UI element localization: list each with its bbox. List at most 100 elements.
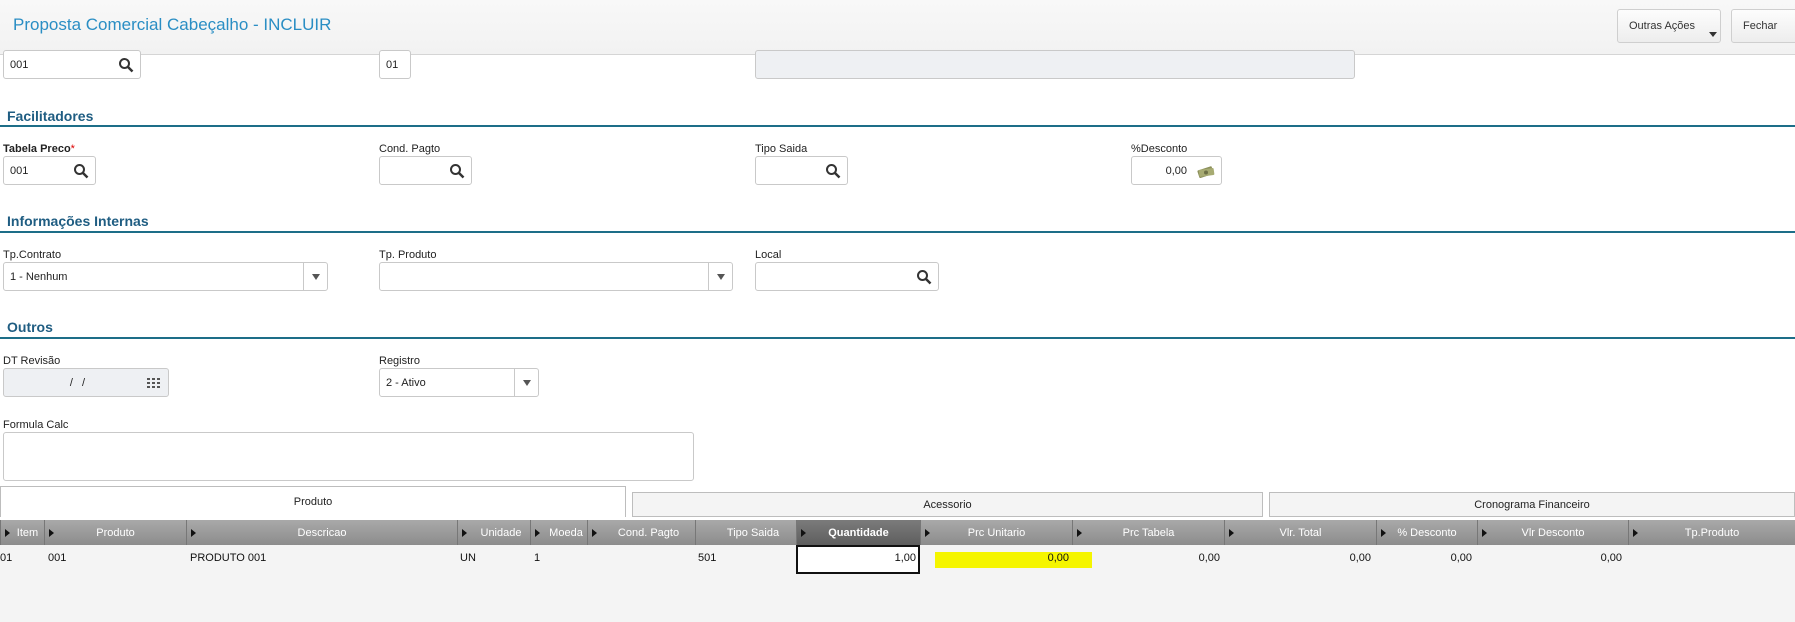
column-label: Prc Tabela [1122, 526, 1175, 539]
top-field-1-value: 001 [10, 58, 29, 71]
column-header-cond-pagto[interactable]: Cond. Pagto [587, 520, 695, 545]
page-title: Proposta Comercial Cabeçalho - INCLUIR [13, 15, 332, 34]
section-divider [0, 337, 1795, 339]
column-label: Unidade [480, 526, 522, 539]
section-facilitadores: Facilitadores [7, 108, 94, 124]
cell-prc-tabela[interactable]: 0,00 [1076, 552, 1220, 564]
cell-moeda[interactable]: 1 [534, 552, 540, 564]
tp-produto-label: Tp. Produto [379, 249, 437, 261]
top-field-2[interactable]: 01 [379, 50, 411, 79]
triangle-right-icon [535, 529, 540, 537]
column-label: Quantidade [828, 526, 889, 539]
column-header-prc-tabela[interactable]: Prc Tabela [1072, 520, 1224, 545]
required-marker: * [70, 143, 75, 155]
tabela-preco-label: Tabela Preco* [3, 143, 75, 155]
tabela-preco-field[interactable]: 001 [3, 156, 96, 185]
cell-item[interactable]: 01 [0, 552, 12, 564]
triangle-right-icon [462, 529, 467, 537]
tp-contrato-select[interactable]: 1 - Nenhum [3, 262, 328, 291]
column-header-item[interactable]: Item [0, 520, 44, 545]
desconto-value: 0,00 [1165, 164, 1187, 177]
cell-vlr-desconto[interactable]: 0,00 [1480, 552, 1622, 564]
column-header-tipo-saida[interactable]: Tipo Saida [695, 520, 796, 545]
tab-produto[interactable]: Produto [0, 486, 626, 517]
page-header: Proposta Comercial Cabeçalho - INCLUIR O… [0, 0, 1795, 55]
column-label: Produto [96, 526, 135, 539]
grid-header: Item Produto Descricao Unidade Moeda Con… [0, 520, 1795, 545]
search-icon[interactable] [825, 163, 841, 179]
triangle-right-icon [191, 529, 196, 537]
dt-revisao-label: DT Revisão [3, 355, 61, 367]
triangle-right-icon [1482, 529, 1487, 537]
tab-cronograma-financeiro[interactable]: Cronograma Financeiro [1269, 492, 1795, 517]
section-divider [0, 125, 1795, 127]
search-icon[interactable] [916, 269, 932, 285]
chevron-down-icon [1709, 32, 1717, 37]
top-field-3 [755, 50, 1355, 79]
section-outros: Outros [7, 319, 53, 335]
local-label: Local [755, 249, 782, 261]
triangle-right-icon [1229, 529, 1234, 537]
outras-acoes-label: Outras Ações [1629, 20, 1696, 32]
cell-vlr-total[interactable]: 0,00 [1228, 552, 1371, 564]
dt-revisao-value: / / [69, 376, 89, 389]
tipo-saida-field[interactable] [755, 156, 848, 185]
cell-prc-unitario[interactable]: 0,00 [935, 552, 1069, 564]
formula-calc-textarea[interactable] [3, 432, 694, 481]
desconto-field[interactable]: 0,00 [1131, 156, 1222, 185]
column-label: Cond. Pagto [617, 526, 680, 539]
fechar-button[interactable]: Fechar [1731, 9, 1795, 43]
tp-contrato-label: Tp.Contrato [3, 249, 62, 261]
cell-produto[interactable]: 001 [48, 552, 66, 564]
local-field[interactable] [755, 262, 939, 291]
triangle-right-icon [1381, 529, 1386, 537]
cond-pagto-field[interactable] [379, 156, 472, 185]
registro-select[interactable]: 2 - Ativo [379, 368, 539, 397]
tp-contrato-value: 1 - Nenhum [10, 270, 68, 283]
tab-acessorio[interactable]: Acessorio [632, 492, 1263, 517]
top-field-2-value: 01 [386, 58, 399, 71]
column-header-vlr-desconto[interactable]: Vlr Desconto [1477, 520, 1628, 545]
column-header-descricao[interactable]: Descricao [186, 520, 457, 545]
cell-quantidade[interactable]: 1,00 [800, 552, 916, 564]
column-header-unidade[interactable]: Unidade [457, 520, 530, 545]
chevron-down-icon[interactable] [708, 263, 732, 290]
column-label: Vlr. Total [1279, 526, 1322, 539]
cell-desconto[interactable]: 0,00 [1380, 552, 1472, 564]
triangle-right-icon [1077, 529, 1082, 537]
column-header-quantidade[interactable]: Quantidade [796, 520, 920, 545]
top-field-1[interactable]: 001 [3, 50, 141, 79]
calendar-icon[interactable] [146, 375, 162, 391]
section-informacoes-internas: Informações Internas [7, 213, 149, 229]
tp-produto-select[interactable] [379, 262, 733, 291]
column-label: % Desconto [1397, 526, 1457, 539]
column-header-desconto[interactable]: % Desconto [1376, 520, 1477, 545]
chevron-down-icon[interactable] [514, 369, 538, 396]
registro-label: Registro [379, 355, 420, 367]
cell-tipo-saida[interactable]: 501 [698, 552, 716, 564]
column-header-produto[interactable]: Produto [44, 520, 186, 545]
column-label: Tp.Produto [1684, 526, 1740, 539]
cell-unidade[interactable]: UN [460, 552, 476, 564]
registro-value: 2 - Ativo [386, 376, 426, 389]
formula-calc-label: Formula Calc [3, 419, 69, 431]
tabela-preco-value: 001 [10, 164, 29, 177]
search-icon[interactable] [449, 163, 465, 179]
outras-acoes-button[interactable]: Outras Ações [1617, 9, 1721, 43]
dt-revisao-field[interactable]: / / [3, 368, 169, 397]
chevron-down-icon[interactable] [303, 263, 327, 290]
triangle-right-icon [801, 529, 806, 537]
column-label: Vlr Desconto [1521, 526, 1585, 539]
column-header-tp-produto[interactable]: Tp.Produto [1628, 520, 1795, 545]
tipo-saida-label: Tipo Saida [755, 143, 808, 155]
cell-descricao[interactable]: PRODUTO 001 [190, 552, 266, 564]
triangle-right-icon [1633, 529, 1638, 537]
column-header-moeda[interactable]: Moeda [530, 520, 587, 545]
search-icon[interactable] [73, 163, 89, 179]
triangle-right-icon [5, 529, 10, 537]
triangle-right-icon [592, 529, 597, 537]
column-header-vlr-total[interactable]: Vlr. Total [1224, 520, 1376, 545]
search-icon[interactable] [118, 57, 134, 73]
column-header-prc-unitario[interactable]: Prc Unitario [920, 520, 1072, 545]
money-icon[interactable] [1197, 163, 1215, 179]
